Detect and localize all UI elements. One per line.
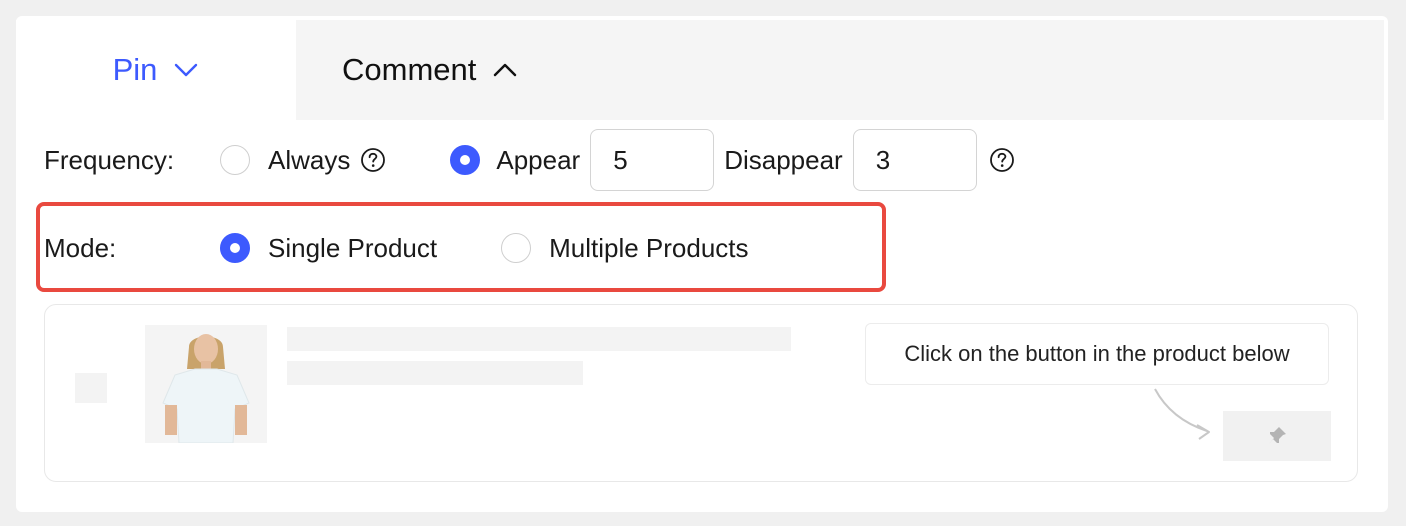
chevron-down-icon (175, 63, 198, 77)
arrow-icon (1154, 388, 1210, 440)
tooltip-text: Click on the button in the product below (904, 341, 1290, 366)
product-preview-card: Click on the button in the product below (44, 304, 1358, 482)
multiple-products-label: Multiple Products (549, 232, 749, 263)
help-icon[interactable] (360, 147, 386, 173)
mode-label: Mode: (44, 232, 117, 263)
frequency-label: Frequency: (44, 144, 175, 175)
pin-button[interactable] (1223, 411, 1331, 461)
single-product-label: Single Product (268, 232, 438, 263)
mode-option-single[interactable]: Single Product (220, 233, 437, 264)
appear-count-input[interactable] (590, 129, 715, 191)
pin-icon (1269, 427, 1286, 444)
appear-radio[interactable] (450, 145, 481, 175)
checkbox-placeholder (75, 373, 107, 403)
always-radio[interactable] (220, 145, 250, 175)
help-icon[interactable] (989, 147, 1015, 173)
product-image (145, 325, 267, 443)
tab-pin-label: Pin (112, 52, 158, 87)
mode-row: Mode: Single Product Multiple Products (44, 216, 749, 280)
always-label: Always (268, 144, 351, 175)
mode-option-multiple[interactable]: Multiple Products (501, 232, 749, 264)
frequency-row: Frequency: Always Appear Disappear (44, 128, 1015, 192)
tab-pin[interactable]: Pin (16, 20, 296, 120)
title-placeholder (287, 327, 791, 351)
multiple-products-radio[interactable] (501, 233, 532, 263)
tab-comment[interactable]: Comment (296, 20, 1384, 120)
frequency-option-always[interactable]: Always (220, 145, 386, 176)
chevron-up-icon (494, 63, 517, 77)
subtitle-placeholder (287, 361, 583, 385)
frequency-option-appear[interactable]: Appear (450, 145, 580, 176)
tab-bar: Pin Comment (16, 20, 1384, 120)
single-product-radio[interactable] (220, 233, 250, 263)
tab-comment-label: Comment (342, 52, 477, 87)
disappear-label: Disappear (724, 144, 843, 175)
appear-label: Appear (496, 144, 581, 175)
disappear-count-input[interactable] (852, 129, 977, 191)
settings-panel: Pin Comment Frequency: Always Appear 5 D… (16, 16, 1388, 512)
instruction-tooltip: Click on the button in the product below (865, 323, 1329, 385)
